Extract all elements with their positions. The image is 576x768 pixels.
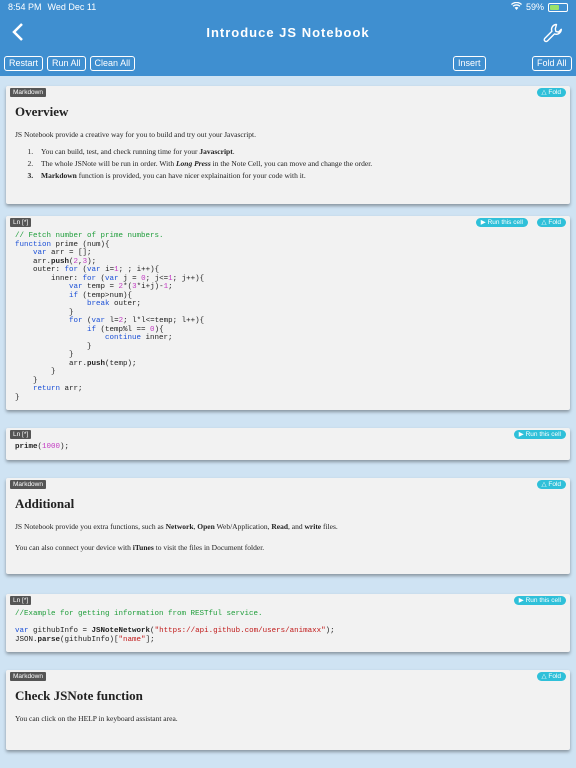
fold-button[interactable]: △ Fold bbox=[536, 88, 566, 97]
insert-button[interactable]: Insert bbox=[453, 55, 486, 71]
code-line: } bbox=[15, 368, 56, 376]
code-line: //Example for getting information from R… bbox=[15, 610, 263, 618]
code-cell-call[interactable]: Ln [*] ▶ Run this cell prime(1000); bbox=[6, 428, 570, 460]
back-button[interactable] bbox=[8, 20, 28, 44]
toolbar: Restart Run All Clean All Insert Fold Al… bbox=[0, 50, 576, 76]
code-line: prime(1000); bbox=[15, 443, 70, 451]
cell-paragraph: You can click on the HELP in keyboard as… bbox=[15, 714, 178, 723]
cell-paragraph: JS Notebook provide a creative way for y… bbox=[15, 130, 256, 139]
code-cell-network[interactable]: Ln [*] ▶ Run this cell //Example for get… bbox=[6, 594, 570, 652]
status-date: Wed Dec 11 bbox=[47, 2, 97, 12]
clean-all-button[interactable]: Clean All bbox=[89, 55, 136, 71]
status-bar: 8:54 PM Wed Dec 11 59% bbox=[0, 0, 576, 14]
run-cell-button[interactable]: ▶ Run this cell bbox=[513, 430, 566, 439]
cell-type-tag: Markdown bbox=[10, 672, 46, 681]
code-line: var arr = []; bbox=[33, 249, 92, 257]
list-item: The whole JSNote will be run in order. W… bbox=[35, 159, 561, 168]
code-line: outer: for (var i=1; ; i++){ bbox=[15, 266, 160, 274]
code-line: } bbox=[15, 351, 74, 359]
code-line: if (temp>num){ bbox=[69, 291, 133, 300]
code-editor[interactable]: prime(1000); bbox=[6, 443, 570, 452]
cell-type-tag: Markdown bbox=[10, 480, 46, 489]
cell-paragraph: You can also connect your device with iT… bbox=[15, 543, 265, 552]
run-all-button[interactable]: Run All bbox=[47, 55, 86, 71]
code-line: JSON.parse(githubInfo)["name"]; bbox=[15, 635, 155, 644]
fold-button[interactable]: △ Fold bbox=[536, 218, 566, 227]
markdown-cell-additional[interactable]: Markdown △ Fold Additional JS Notebook p… bbox=[6, 478, 570, 574]
code-line: } bbox=[15, 393, 20, 402]
code-line: if (temp%l == 0){ bbox=[87, 325, 164, 334]
markdown-cell-overview[interactable]: Markdown △ Fold Overview JS Notebook pro… bbox=[6, 86, 570, 204]
restart-button[interactable]: Restart bbox=[4, 55, 44, 71]
code-line: var temp = 2*(3*i+j)-1; bbox=[69, 283, 173, 291]
code-cell-prime[interactable]: Ln [*] ▶ Run this cell △ Fold // Fetch n… bbox=[6, 216, 570, 410]
list-item: Markdown function is provided, you can h… bbox=[35, 171, 561, 180]
chevron-left-icon bbox=[12, 23, 23, 41]
code-line: var githubInfo = JSNoteNetwork("https://… bbox=[15, 627, 335, 635]
code-line: inner: for (var j = 0; j<=1; j++){ bbox=[15, 274, 205, 283]
battery-fill bbox=[550, 4, 560, 10]
cell-heading: Check JSNote function bbox=[15, 688, 143, 703]
code-line: break outer; bbox=[87, 300, 142, 308]
settings-button[interactable] bbox=[542, 22, 564, 44]
code-editor[interactable]: //Example for getting information from R… bbox=[6, 610, 570, 644]
code-line: } bbox=[15, 308, 74, 317]
cell-type-tag: Ln [*] bbox=[10, 218, 32, 227]
page-title: Introduce JS Notebook bbox=[206, 24, 370, 40]
wrench-icon bbox=[543, 23, 562, 43]
cell-heading: Overview bbox=[15, 104, 69, 119]
code-line: for (var l=2; l*l<=temp; l++){ bbox=[69, 317, 205, 325]
cell-type-tag: Ln [*] bbox=[10, 430, 32, 439]
fold-button[interactable]: △ Fold bbox=[536, 480, 566, 489]
run-cell-button[interactable]: ▶ Run this cell bbox=[513, 596, 566, 605]
battery-percent: 59% bbox=[525, 2, 544, 12]
code-line: function prime (num){ bbox=[15, 240, 110, 249]
wifi-icon bbox=[510, 1, 522, 12]
cell-type-tag: Markdown bbox=[10, 88, 46, 97]
notebook: Markdown △ Fold Overview JS Notebook pro… bbox=[0, 76, 576, 768]
battery-icon bbox=[548, 2, 568, 12]
code-line: continue inner; bbox=[105, 334, 173, 342]
cell-type-tag: Ln [*] bbox=[10, 596, 32, 605]
code-line: return arr; bbox=[33, 385, 83, 393]
nav-bar: Introduce JS Notebook bbox=[0, 14, 576, 50]
code-line: } bbox=[15, 376, 38, 385]
code-line: arr.push(2,3); bbox=[15, 257, 97, 266]
cell-paragraph: JS Notebook provide you extra functions,… bbox=[15, 522, 338, 531]
code-line: } bbox=[15, 342, 92, 351]
code-line: // Fetch number of prime numbers. bbox=[15, 232, 164, 240]
fold-button[interactable]: △ Fold bbox=[536, 672, 566, 681]
code-line: arr.push(temp); bbox=[15, 359, 137, 368]
fold-all-button[interactable]: Fold All bbox=[532, 55, 572, 71]
code-editor[interactable]: // Fetch number of prime numbers. functio… bbox=[6, 232, 570, 402]
list-item: You can build, test, and check running t… bbox=[35, 147, 561, 156]
cell-list: You can build, test, and check running t… bbox=[15, 147, 561, 180]
run-cell-button[interactable]: ▶ Run this cell bbox=[475, 218, 528, 227]
cell-heading: Additional bbox=[15, 496, 75, 511]
markdown-cell-check[interactable]: Markdown △ Fold Check JSNote function Yo… bbox=[6, 670, 570, 750]
status-time: 8:54 PM bbox=[8, 2, 42, 12]
